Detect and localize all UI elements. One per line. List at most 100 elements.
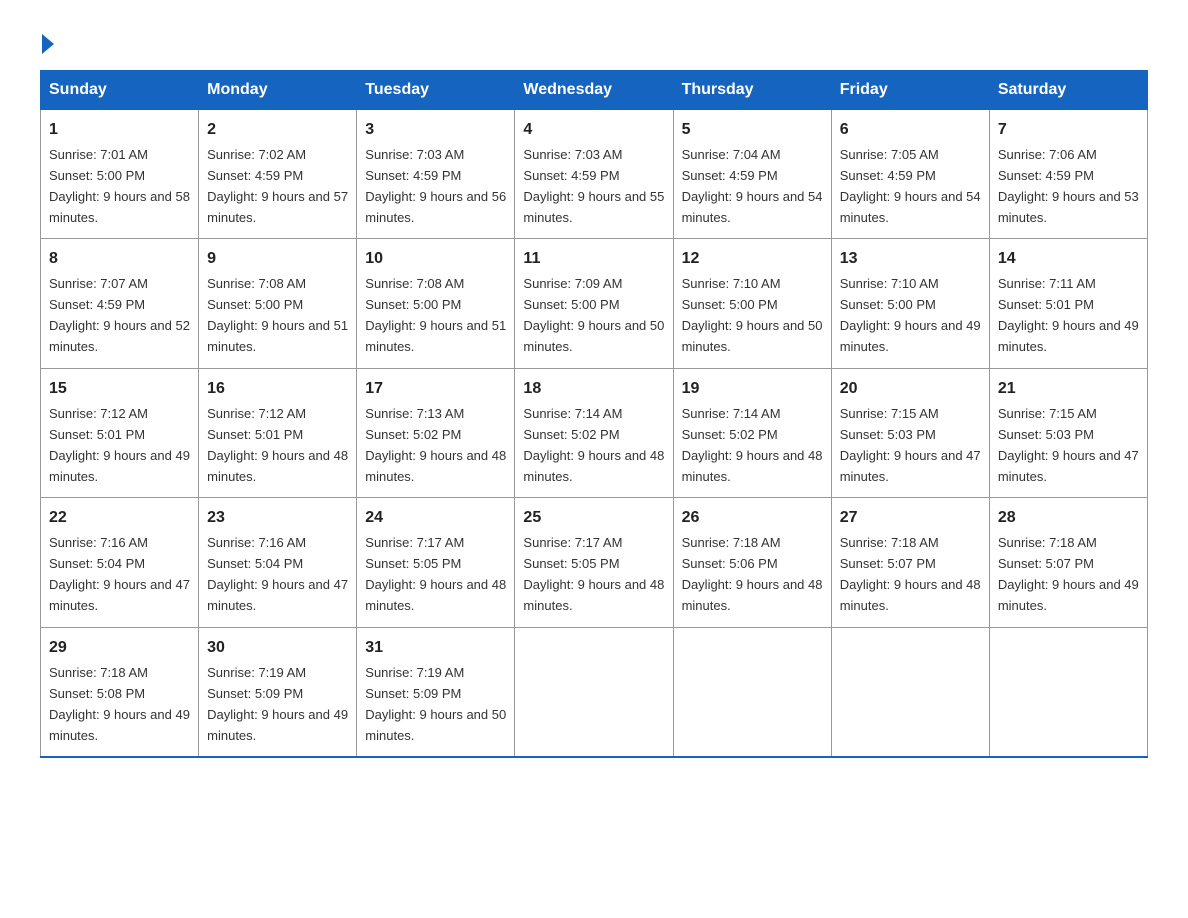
calendar-week-row: 15 Sunrise: 7:12 AMSunset: 5:01 PMDayligh… xyxy=(41,368,1148,497)
day-number: 21 xyxy=(998,377,1139,402)
calendar-cell: 16Sunrise: 7:12 AMSunset: 5:01 PMDayligh… xyxy=(199,368,357,497)
day-number: 27 xyxy=(840,506,981,531)
calendar-cell xyxy=(673,627,831,757)
day-info: Sunrise: 7:16 AMSunset: 5:04 PMDaylight:… xyxy=(207,535,348,613)
day-info: Sunrise: 7:07 AMSunset: 4:59 PMDaylight:… xyxy=(49,276,190,354)
calendar-cell: 25Sunrise: 7:17 AMSunset: 5:05 PMDayligh… xyxy=(515,498,673,627)
day-number: 20 xyxy=(840,377,981,402)
calendar-cell: 26 Sunrise: 7:18 AMSunset: 5:06 PMDayligh… xyxy=(673,498,831,627)
day-info: Sunrise: 7:04 AMSunset: 4:59 PMDaylight:… xyxy=(682,147,823,225)
calendar-cell xyxy=(831,627,989,757)
calendar-cell xyxy=(515,627,673,757)
calendar-cell: 1Sunrise: 7:01 AMSunset: 5:00 PMDaylight… xyxy=(41,110,199,239)
day-number: 11 xyxy=(523,247,664,272)
calendar-cell: 29 Sunrise: 7:18 AMSunset: 5:08 PMDayligh… xyxy=(41,627,199,757)
calendar-table: SundayMondayTuesdayWednesdayThursdayFrid… xyxy=(40,70,1148,758)
day-info: Sunrise: 7:14 AMSunset: 5:02 PMDaylight:… xyxy=(523,406,664,484)
calendar-cell: 4 Sunrise: 7:03 AMSunset: 4:59 PMDaylight… xyxy=(515,110,673,239)
calendar-cell: 5 Sunrise: 7:04 AMSunset: 4:59 PMDaylight… xyxy=(673,110,831,239)
day-number: 5 xyxy=(682,118,823,143)
day-info: Sunrise: 7:05 AMSunset: 4:59 PMDaylight:… xyxy=(840,147,981,225)
weekday-header-tuesday: Tuesday xyxy=(357,71,515,110)
day-number: 9 xyxy=(207,247,348,272)
day-info: Sunrise: 7:06 AMSunset: 4:59 PMDaylight:… xyxy=(998,147,1139,225)
day-number: 7 xyxy=(998,118,1139,143)
day-info: Sunrise: 7:10 AMSunset: 5:00 PMDaylight:… xyxy=(840,276,981,354)
day-info: Sunrise: 7:16 AMSunset: 5:04 PMDaylight:… xyxy=(49,535,190,613)
calendar-cell xyxy=(989,627,1147,757)
calendar-cell: 23 Sunrise: 7:16 AMSunset: 5:04 PMDayligh… xyxy=(199,498,357,627)
calendar-cell: 13 Sunrise: 7:10 AMSunset: 5:00 PMDayligh… xyxy=(831,239,989,368)
day-info: Sunrise: 7:15 AMSunset: 5:03 PMDaylight:… xyxy=(840,406,981,484)
weekday-header-saturday: Saturday xyxy=(989,71,1147,110)
day-info: Sunrise: 7:10 AMSunset: 5:00 PMDaylight:… xyxy=(682,276,823,354)
day-number: 29 xyxy=(49,636,190,661)
calendar-cell: 19 Sunrise: 7:14 AMSunset: 5:02 PMDayligh… xyxy=(673,368,831,497)
calendar-cell: 2Sunrise: 7:02 AMSunset: 4:59 PMDaylight… xyxy=(199,110,357,239)
weekday-header-monday: Monday xyxy=(199,71,357,110)
logo xyxy=(40,30,54,54)
day-number: 6 xyxy=(840,118,981,143)
day-number: 1 xyxy=(49,118,190,143)
weekday-header-sunday: Sunday xyxy=(41,71,199,110)
calendar-cell: 7 Sunrise: 7:06 AMSunset: 4:59 PMDaylight… xyxy=(989,110,1147,239)
day-info: Sunrise: 7:18 AMSunset: 5:07 PMDaylight:… xyxy=(840,535,981,613)
day-info: Sunrise: 7:08 AMSunset: 5:00 PMDaylight:… xyxy=(365,276,506,354)
day-number: 18 xyxy=(523,377,664,402)
day-info: Sunrise: 7:03 AMSunset: 4:59 PMDaylight:… xyxy=(523,147,664,225)
calendar-cell: 22 Sunrise: 7:16 AMSunset: 5:04 PMDayligh… xyxy=(41,498,199,627)
weekday-header-friday: Friday xyxy=(831,71,989,110)
day-info: Sunrise: 7:02 AMSunset: 4:59 PMDaylight:… xyxy=(207,147,348,225)
calendar-cell: 15 Sunrise: 7:12 AMSunset: 5:01 PMDayligh… xyxy=(41,368,199,497)
calendar-week-row: 29 Sunrise: 7:18 AMSunset: 5:08 PMDayligh… xyxy=(41,627,1148,757)
calendar-cell: 6 Sunrise: 7:05 AMSunset: 4:59 PMDaylight… xyxy=(831,110,989,239)
day-info: Sunrise: 7:18 AMSunset: 5:08 PMDaylight:… xyxy=(49,665,190,743)
day-info: Sunrise: 7:12 AMSunset: 5:01 PMDaylight:… xyxy=(49,406,190,484)
calendar-week-row: 22 Sunrise: 7:16 AMSunset: 5:04 PMDayligh… xyxy=(41,498,1148,627)
day-number: 28 xyxy=(998,506,1139,531)
day-info: Sunrise: 7:17 AMSunset: 5:05 PMDaylight:… xyxy=(523,535,664,613)
calendar-cell: 11 Sunrise: 7:09 AMSunset: 5:00 PMDayligh… xyxy=(515,239,673,368)
day-number: 22 xyxy=(49,506,190,531)
calendar-week-row: 1Sunrise: 7:01 AMSunset: 5:00 PMDaylight… xyxy=(41,110,1148,239)
day-info: Sunrise: 7:03 AMSunset: 4:59 PMDaylight:… xyxy=(365,147,506,225)
day-info: Sunrise: 7:19 AMSunset: 5:09 PMDaylight:… xyxy=(365,665,506,743)
calendar-cell: 20 Sunrise: 7:15 AMSunset: 5:03 PMDayligh… xyxy=(831,368,989,497)
day-number: 17 xyxy=(365,377,506,402)
day-number: 4 xyxy=(523,118,664,143)
day-info: Sunrise: 7:09 AMSunset: 5:00 PMDaylight:… xyxy=(523,276,664,354)
calendar-cell: 10 Sunrise: 7:08 AMSunset: 5:00 PMDayligh… xyxy=(357,239,515,368)
calendar-cell: 27 Sunrise: 7:18 AMSunset: 5:07 PMDayligh… xyxy=(831,498,989,627)
day-info: Sunrise: 7:14 AMSunset: 5:02 PMDaylight:… xyxy=(682,406,823,484)
day-number: 16 xyxy=(207,377,348,402)
day-number: 19 xyxy=(682,377,823,402)
day-number: 24 xyxy=(365,506,506,531)
day-number: 15 xyxy=(49,377,190,402)
day-info: Sunrise: 7:19 AMSunset: 5:09 PMDaylight:… xyxy=(207,665,348,743)
calendar-cell: 14 Sunrise: 7:11 AMSunset: 5:01 PMDayligh… xyxy=(989,239,1147,368)
day-number: 12 xyxy=(682,247,823,272)
calendar-cell: 3 Sunrise: 7:03 AMSunset: 4:59 PMDaylight… xyxy=(357,110,515,239)
calendar-week-row: 8 Sunrise: 7:07 AMSunset: 4:59 PMDaylight… xyxy=(41,239,1148,368)
day-info: Sunrise: 7:11 AMSunset: 5:01 PMDaylight:… xyxy=(998,276,1139,354)
calendar-cell: 31Sunrise: 7:19 AMSunset: 5:09 PMDayligh… xyxy=(357,627,515,757)
day-number: 10 xyxy=(365,247,506,272)
day-number: 14 xyxy=(998,247,1139,272)
day-number: 23 xyxy=(207,506,348,531)
day-number: 3 xyxy=(365,118,506,143)
calendar-cell: 21Sunrise: 7:15 AMSunset: 5:03 PMDayligh… xyxy=(989,368,1147,497)
day-info: Sunrise: 7:18 AMSunset: 5:06 PMDaylight:… xyxy=(682,535,823,613)
calendar-cell: 30 Sunrise: 7:19 AMSunset: 5:09 PMDayligh… xyxy=(199,627,357,757)
day-number: 8 xyxy=(49,247,190,272)
day-info: Sunrise: 7:08 AMSunset: 5:00 PMDaylight:… xyxy=(207,276,348,354)
logo-triangle-icon xyxy=(42,34,54,54)
calendar-cell: 28 Sunrise: 7:18 AMSunset: 5:07 PMDayligh… xyxy=(989,498,1147,627)
day-number: 26 xyxy=(682,506,823,531)
day-number: 13 xyxy=(840,247,981,272)
calendar-cell: 18 Sunrise: 7:14 AMSunset: 5:02 PMDayligh… xyxy=(515,368,673,497)
calendar-cell: 12 Sunrise: 7:10 AMSunset: 5:00 PMDayligh… xyxy=(673,239,831,368)
day-number: 30 xyxy=(207,636,348,661)
day-info: Sunrise: 7:18 AMSunset: 5:07 PMDaylight:… xyxy=(998,535,1139,613)
day-info: Sunrise: 7:17 AMSunset: 5:05 PMDaylight:… xyxy=(365,535,506,613)
calendar-cell: 17Sunrise: 7:13 AMSunset: 5:02 PMDayligh… xyxy=(357,368,515,497)
